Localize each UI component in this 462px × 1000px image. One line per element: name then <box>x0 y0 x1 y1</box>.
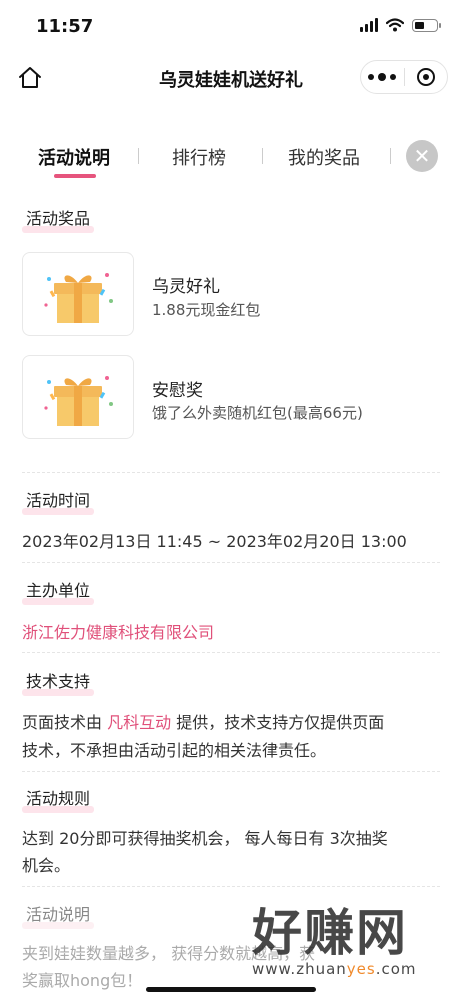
section-title-time: 活动时间 <box>22 486 95 515</box>
prize-desc: 饿了么外卖随机红包(最高66元) <box>152 404 363 422</box>
nav-bar: 乌灵娃娃机送好礼 <box>0 54 462 102</box>
status-icons <box>360 18 441 32</box>
exit-button[interactable] <box>405 61 448 93</box>
target-icon <box>416 68 435 86</box>
wifi-icon <box>386 18 404 32</box>
more-button[interactable] <box>361 61 404 93</box>
active-tab-indicator <box>54 174 96 178</box>
tech-support-text: 页面技术由 凡科互动 提供，技术支持方仅提供页面 <box>22 713 385 732</box>
tab-divider <box>262 148 263 164</box>
section-title-description: 活动说明 <box>22 900 95 929</box>
tab-divider <box>390 148 391 164</box>
tab-activity-info[interactable]: 活动说明 <box>38 144 110 170</box>
section-divider <box>22 652 440 653</box>
section-title-prizes: 活动奖品 <box>22 204 95 233</box>
close-button[interactable]: ✕ <box>406 140 438 172</box>
close-icon: ✕ <box>413 144 431 168</box>
gift-box-icon <box>44 376 113 426</box>
section-title-tech: 技术支持 <box>22 667 95 696</box>
tab-divider <box>138 148 139 164</box>
signal-icon <box>360 18 378 32</box>
tab-my-prizes[interactable]: 我的奖品 <box>288 144 360 170</box>
status-time: 11:57 <box>36 16 94 37</box>
mini-program-capsule <box>360 60 448 94</box>
tech-provider-link[interactable]: 凡科互动 <box>107 713 171 732</box>
section-title-rules: 活动规则 <box>22 784 95 813</box>
prize-card <box>22 252 134 336</box>
home-indicator[interactable] <box>146 987 316 992</box>
tab-bar: 活动说明 排行榜 我的奖品 ✕ <box>22 136 442 182</box>
prize-name: 乌灵好礼 <box>152 277 220 297</box>
section-divider <box>22 472 440 473</box>
site-watermark: 好赚网 www.zhuanyes.com <box>252 904 417 978</box>
description-text-line2: 奖赢取hong包！ <box>22 971 143 990</box>
section-divider <box>22 886 440 887</box>
gift-box-icon <box>44 273 113 323</box>
battery-icon <box>412 18 441 32</box>
section-divider <box>22 562 440 563</box>
organizer-name: 浙江佐力健康科技有限公司 <box>22 623 215 642</box>
rules-text: 达到 20分即可获得抽奖机会， 每人每日有 3次抽奖 <box>22 829 388 848</box>
prize-desc: 1.88元现金红包 <box>152 301 261 319</box>
section-divider <box>22 771 440 772</box>
prize-card <box>22 355 134 439</box>
tech-support-text-line2: 技术，不承担由活动引起的相关法律责任。 <box>22 741 327 760</box>
rules-text-line2: 机会。 <box>22 856 71 875</box>
status-bar: 11:57 <box>0 0 462 54</box>
prize-name: 安慰奖 <box>152 381 203 401</box>
activity-time-text: 2023年02月13日 11:45 ~ 2023年02月20日 13:00 <box>22 532 407 551</box>
section-title-organizer: 主办单位 <box>22 576 95 605</box>
tab-ranking[interactable]: 排行榜 <box>172 144 226 170</box>
